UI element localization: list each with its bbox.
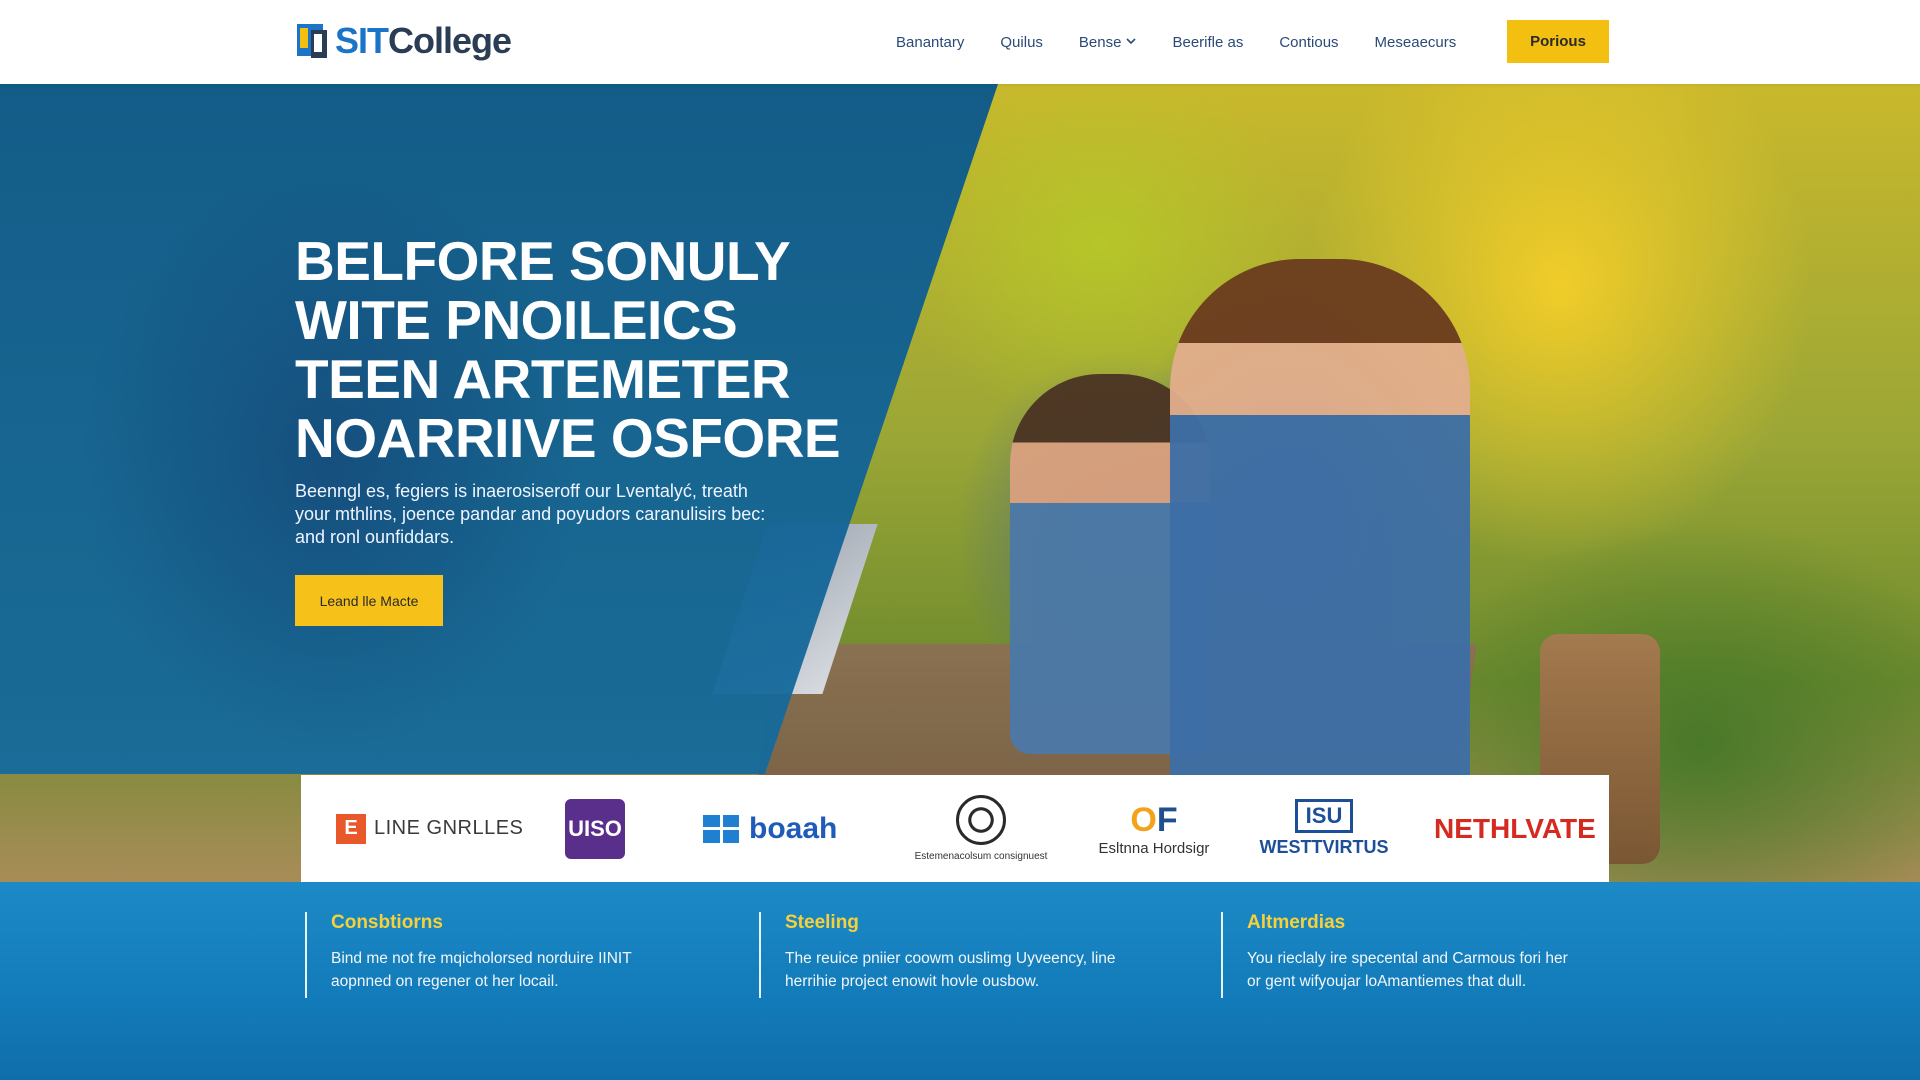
- feature-body: Bind me not fre mqicholorsed norduire II…: [331, 947, 632, 993]
- partner-logo-westtvirtus[interactable]: ISU WESTTVIRTUS: [1259, 775, 1389, 882]
- feature-body-line: You rieclaly ire specental and Carmous f…: [1247, 950, 1568, 967]
- nav-item-quilus[interactable]: Quilus: [1000, 34, 1043, 51]
- of-logo-icon: OF: [1130, 800, 1177, 840]
- site-header: SITCollege Banantary Quilus Bense Beerif…: [0, 0, 1920, 84]
- seal-logo-icon: [956, 795, 1006, 845]
- nav-item-contious[interactable]: Contious: [1279, 34, 1338, 51]
- feature-body-line: The reuice pniier coowm ouslimg Uyveency…: [785, 950, 1116, 967]
- site-logo[interactable]: SITCollege: [297, 20, 512, 62]
- college-logo-icon: [297, 22, 331, 60]
- hero-headline-line: BELFORE SONULY: [295, 230, 791, 292]
- partner-logo-of[interactable]: OF Esltnna Hordsigr: [1089, 775, 1219, 882]
- uiso-badge-logo-icon: UISO: [565, 798, 625, 859]
- logo-word-sit: SIT: [335, 20, 389, 61]
- feature-band: Consbtiorns Bind me not fre mqicholorsed…: [0, 882, 1920, 1080]
- of-logo-letter-f: F: [1156, 801, 1178, 839]
- windows-logo-icon: [703, 814, 739, 843]
- partner-name: boaah: [749, 811, 838, 845]
- hero-subtext-line: your mthlins, joence pandar and poyudors…: [295, 504, 766, 524]
- chevron-down-icon: [1126, 36, 1137, 48]
- of-logo-letter-o: O: [1130, 801, 1157, 839]
- hero-headline-line: WITE PNOILEICS: [295, 289, 738, 351]
- hero-cta-button[interactable]: Leand lle Macte: [295, 575, 443, 626]
- feature-title: Steeling: [785, 912, 859, 933]
- header-cta-button[interactable]: Porious: [1507, 20, 1609, 63]
- feature-column: Steeling The reuice pniier coowm ouslimg…: [759, 912, 1116, 998]
- feature-column: Altmerdias You rieclaly ire specental an…: [1221, 912, 1568, 998]
- feature-body: You rieclaly ire specental and Carmous f…: [1247, 947, 1568, 993]
- nav-item-meseaecurs[interactable]: Meseaecurs: [1375, 34, 1457, 51]
- hero-headline-line: NOARRIIVE OSFORE: [295, 407, 841, 469]
- feature-body-line: or gent wifyoujar loAmantiemes that dull…: [1247, 973, 1527, 990]
- nethlvate-logo-icon: NETHLVATE: [1434, 812, 1596, 844]
- feature-title: Consbtiorns: [331, 912, 443, 933]
- feature-body-line: aopnned on regener ot her locail.: [331, 973, 559, 990]
- hero-headline-line: TEEN ARTEMETER: [295, 348, 791, 410]
- nav-item-banantary[interactable]: Banantary: [896, 34, 964, 51]
- feature-title: Altmerdias: [1247, 912, 1346, 933]
- partner-logo-seal[interactable]: Estemenacolsum consignuest: [906, 775, 1056, 882]
- main-nav: Banantary Quilus Bense Beerifle as Conti…: [896, 20, 1492, 64]
- feature-body-line: Bind me not fre mqicholorsed norduire II…: [331, 950, 632, 967]
- feature-body-line: herrihie project enowit hovle ousbow.: [785, 973, 1040, 990]
- logo-word-college: College: [388, 20, 512, 61]
- logo-wordmark: SITCollege: [335, 20, 512, 62]
- partner-logo-boaah[interactable]: boaah: [703, 775, 837, 882]
- partner-logo-strip: E LINE GNRLLES UISO boaah Estemenacolsum…: [301, 775, 1609, 882]
- feature-column: Consbtiorns Bind me not fre mqicholorsed…: [305, 912, 632, 998]
- westvirtus-logo-icon: ISU: [1295, 799, 1353, 833]
- student-image-female: [1170, 259, 1470, 859]
- partner-name: Esltnna Hordsigr: [1098, 840, 1210, 857]
- hero-subtext-line: and ronl ounfiddars.: [295, 527, 455, 547]
- nav-item-bense-label: Bense: [1078, 33, 1122, 51]
- partner-name: WESTTVIRTUS: [1259, 837, 1389, 857]
- partner-logo-uiso[interactable]: UISO: [565, 775, 625, 882]
- partner-logo-nethlvate[interactable]: NETHLVATE: [1434, 775, 1596, 882]
- hero-headline: BELFORE SONULY WITE PNOILEICS TEEN ARTEM…: [295, 232, 895, 468]
- square-e-logo-icon: E: [336, 813, 366, 844]
- hero-subtext: Beenngl es, fegiers is inaerosiseroff ou…: [295, 480, 815, 549]
- nav-item-beerifle-as[interactable]: Beerifle as: [1172, 34, 1243, 51]
- hero-section: BELFORE SONULY WITE PNOILEICS TEEN ARTEM…: [0, 84, 1920, 883]
- feature-body: The reuice pniier coowm ouslimg Uyveency…: [785, 947, 1116, 993]
- partner-name: Estemenacolsum consignuest: [914, 851, 1048, 862]
- nav-item-bense[interactable]: Bense: [1079, 34, 1137, 51]
- partner-logo-line-gnrlles[interactable]: E LINE GNRLLES: [336, 775, 523, 882]
- partner-name: LINE GNRLLES: [374, 817, 524, 839]
- hero-subtext-line: Beenngl es, fegiers is inaerosiseroff ou…: [295, 481, 748, 501]
